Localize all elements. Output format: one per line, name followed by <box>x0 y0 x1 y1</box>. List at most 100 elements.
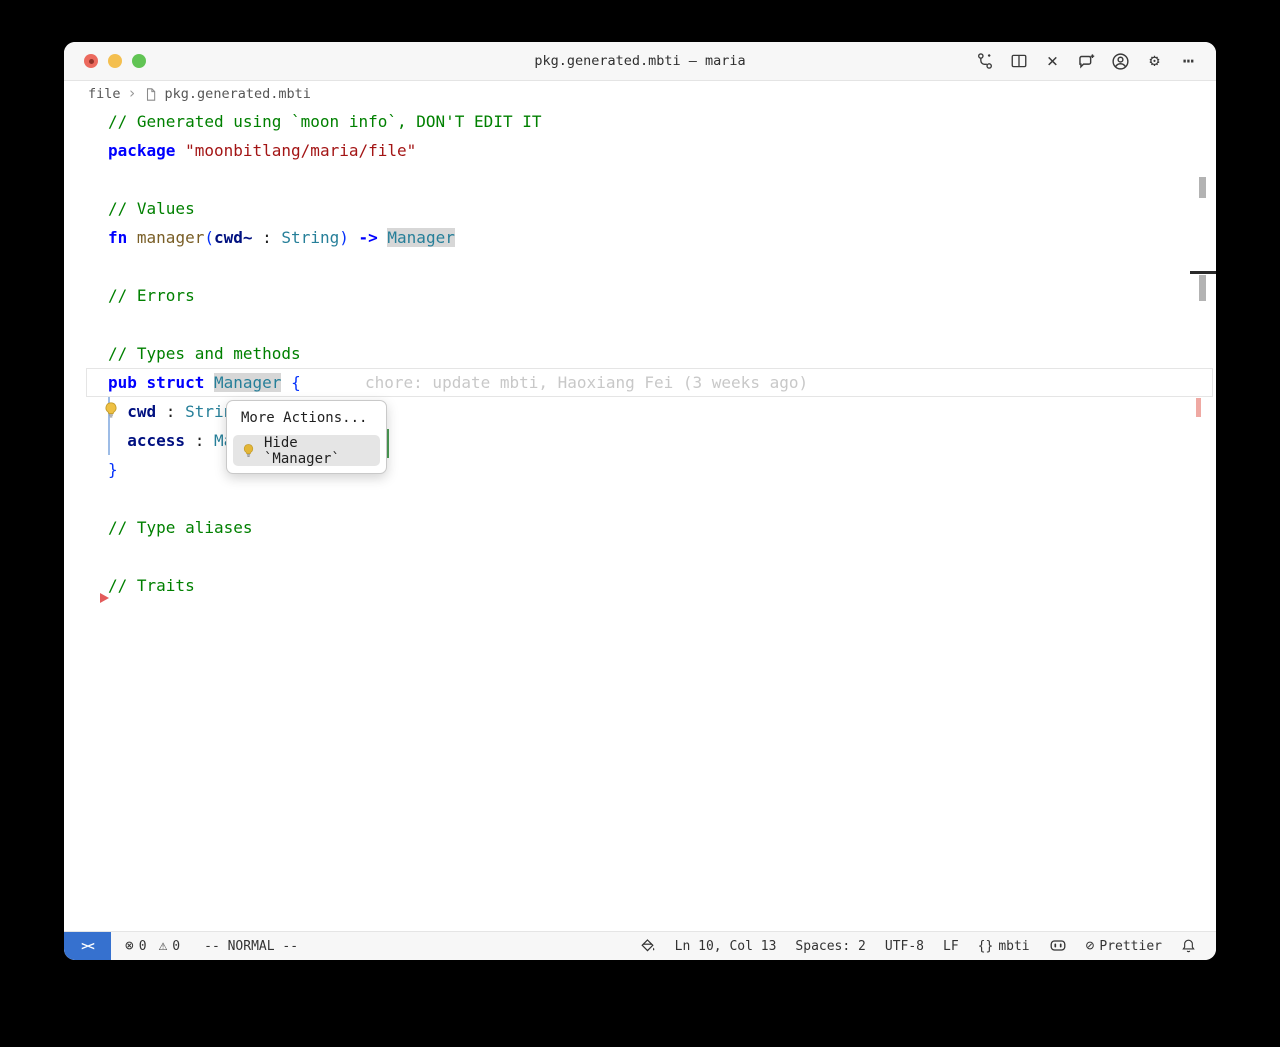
desktop: pkg.generated.mbti — maria × ⚙ ⋯ file › … <box>0 0 1280 1047</box>
code-token: cwd <box>127 402 157 421</box>
overview-ruler-cursor-mark <box>1196 398 1201 417</box>
eol-setting[interactable]: LF <box>943 939 959 954</box>
problems-indicator[interactable]: ⊗ 0 ⚠ 0 <box>125 939 180 954</box>
warning-icon: ⚠ <box>158 937 168 954</box>
language-label: mbti <box>998 938 1030 954</box>
error-count: 0 <box>138 938 147 954</box>
titlebar[interactable]: pkg.generated.mbti — maria × ⚙ ⋯ <box>64 42 1216 81</box>
code-line-14[interactable] <box>64 484 1216 513</box>
code-token: access <box>127 431 186 450</box>
vim-mode-indicator[interactable]: -- NORMAL -- <box>204 939 298 954</box>
code-line-16[interactable] <box>64 542 1216 571</box>
git-blame-annotation: chore: update mbti, Haoxiang Fei (3 week… <box>365 373 809 392</box>
code-token: "moonbitlang/maria/file" <box>185 141 417 160</box>
code-token: ( <box>204 228 214 247</box>
code-line-7[interactable]: // Errors <box>64 281 1216 310</box>
code-line-9[interactable]: // Types and methods <box>64 339 1216 368</box>
account-icon[interactable] <box>1111 52 1130 71</box>
code-line-15[interactable]: // Type aliases <box>64 513 1216 542</box>
code-token: // Values <box>108 199 195 218</box>
remote-indicator[interactable]: >< <box>64 932 111 960</box>
code-token: Manager <box>213 373 282 392</box>
notifications-bell-icon[interactable] <box>1181 938 1196 954</box>
code-token: // Types and methods <box>108 344 301 363</box>
braces-icon: {} <box>977 938 994 954</box>
code-token: pub <box>108 373 137 392</box>
breadcrumb: file › pkg.generated.mbti <box>64 81 1216 107</box>
language-mode[interactable]: {} mbti <box>978 939 1030 954</box>
code-token: manager <box>136 228 205 247</box>
overview-ruler-mark <box>1199 177 1206 198</box>
overview-ruler-mark <box>1199 275 1206 301</box>
close-editor-icon[interactable]: × <box>1043 51 1062 71</box>
vscode-window: pkg.generated.mbti — maria × ⚙ ⋯ file › … <box>64 42 1216 960</box>
code-token: String <box>281 228 340 247</box>
breadcrumb-folder[interactable]: file <box>88 86 121 102</box>
code-token: // Generated using `moon info`, DON'T ED… <box>108 112 542 131</box>
code-token: // Errors <box>108 286 195 305</box>
code-token: ) <box>339 228 349 247</box>
statusbar: >< ⊗ 0 ⚠ 0 -- NORMAL -- Ln 10, Col 13 Sp… <box>64 931 1216 960</box>
more-actions-icon[interactable]: ⋯ <box>1179 51 1198 71</box>
popup-more-actions-label: More Actions... <box>241 410 368 426</box>
indentation-setting[interactable]: Spaces: 2 <box>795 939 865 954</box>
chevron-right-icon: › <box>127 84 137 102</box>
warning-count: 0 <box>172 938 181 954</box>
code-token: cwd~ <box>213 228 253 247</box>
code-line-6[interactable] <box>64 252 1216 281</box>
error-icon: ⊗ <box>125 937 134 954</box>
popup-item-label: Hide `Manager` <box>264 434 340 467</box>
code-line-5[interactable]: fn manager(cwd~ : String) -> Manager <box>64 223 1216 252</box>
overview-ruler-tick <box>1190 271 1216 274</box>
popup-item-hide-manager[interactable]: Hide `Manager` <box>233 434 380 467</box>
code-token: : <box>156 402 186 421</box>
code-line-3[interactable] <box>64 165 1216 194</box>
code-action-popup: More Actions... Hide `Manager` <box>226 400 387 474</box>
code-line-1[interactable]: // Generated using `moon info`, DON'T ED… <box>64 107 1216 136</box>
code-token: { <box>291 373 301 392</box>
titlebar-actions: × ⚙ ⋯ <box>975 42 1198 80</box>
chat-sparkle-icon[interactable] <box>1077 52 1096 71</box>
breadcrumb-file[interactable]: pkg.generated.mbti <box>165 86 311 102</box>
paint-bucket-icon[interactable] <box>640 938 656 954</box>
source-control-graph-icon[interactable] <box>975 52 994 71</box>
code-token: -> <box>358 228 378 247</box>
code-lines: // Generated using `moon info`, DON'T ED… <box>64 107 1216 600</box>
editor[interactable]: // Generated using `moon info`, DON'T ED… <box>64 107 1216 931</box>
code-token: struct <box>146 373 205 392</box>
code-line-8[interactable] <box>64 310 1216 339</box>
code-token: package <box>108 141 176 160</box>
code-token: fn <box>108 228 128 247</box>
copilot-icon[interactable] <box>1049 938 1067 954</box>
code-token: Manager <box>387 228 455 247</box>
code-line-4[interactable]: // Values <box>64 194 1216 223</box>
code-token: // Traits <box>108 576 195 595</box>
code-token: // Type aliases <box>108 518 253 537</box>
lightbulb-icon[interactable] <box>102 401 120 424</box>
code-token: : <box>185 431 214 450</box>
prettier-label: Prettier <box>1099 938 1162 954</box>
split-editor-icon[interactable] <box>1009 52 1028 71</box>
prettier-indicator[interactable]: ⊘ Prettier <box>1086 939 1162 954</box>
code-token: } <box>108 460 118 479</box>
red-arrow-marker <box>100 593 109 603</box>
code-line-17[interactable]: // Traits <box>64 571 1216 600</box>
settings-gear-icon[interactable]: ⚙ <box>1145 52 1164 71</box>
cursor-position[interactable]: Ln 10, Col 13 <box>675 939 777 954</box>
remote-icon: >< <box>81 939 94 953</box>
lightbulb-icon <box>241 443 256 459</box>
code-token: : <box>252 228 282 247</box>
disabled-circle-icon: ⊘ <box>1085 937 1095 954</box>
code-line-2[interactable]: package "moonbitlang/maria/file" <box>64 136 1216 165</box>
code-line-10[interactable]: pub struct Manager { chore: update mbti, … <box>64 368 1216 397</box>
file-icon <box>144 87 158 102</box>
encoding-setting[interactable]: UTF-8 <box>885 939 924 954</box>
